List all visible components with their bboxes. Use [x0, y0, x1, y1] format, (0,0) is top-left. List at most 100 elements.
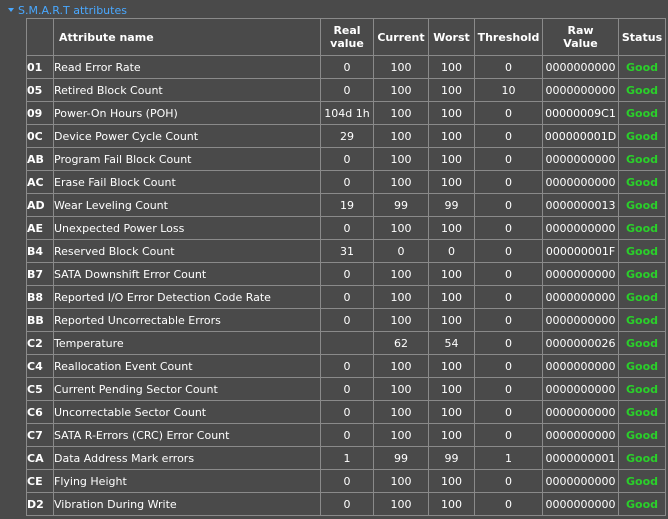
section-title: S.M.A.R.T attributes — [18, 3, 127, 17]
table-row: AC Erase Fail Block Count 0 100 100 0 00000000… — [26, 170, 666, 194]
header-real-value: Real value — [320, 18, 374, 56]
status-value: Good — [618, 400, 666, 424]
worst-value: 100 — [428, 377, 475, 401]
current-value: 100 — [373, 216, 429, 240]
header-id-column — [26, 18, 54, 56]
worst-value: 100 — [428, 78, 475, 102]
current-value: 100 — [373, 354, 429, 378]
table-row: CA Data Address Mark errors 1 99 99 1 00000000… — [26, 446, 666, 470]
attribute-name: Wear Leveling Count — [53, 193, 321, 217]
worst-value: 100 — [428, 285, 475, 309]
attribute-id: AE — [26, 216, 54, 240]
header-current: Current — [373, 18, 429, 56]
attribute-name: Current Pending Sector Count — [53, 377, 321, 401]
threshold-value: 0 — [474, 55, 543, 79]
threshold-value: 0 — [474, 354, 543, 378]
attribute-name: SATA Downshift Error Count — [53, 262, 321, 286]
attribute-id: AB — [26, 147, 54, 171]
raw-value: 0000000000 — [542, 170, 619, 194]
real-value: 0 — [320, 469, 374, 493]
current-value: 100 — [373, 377, 429, 401]
threshold-value: 0 — [474, 216, 543, 240]
status-value: Good — [618, 262, 666, 286]
threshold-value: 0 — [474, 193, 543, 217]
current-value: 100 — [373, 78, 429, 102]
current-value: 0 — [373, 239, 429, 263]
real-value: 0 — [320, 78, 374, 102]
raw-value: 0000000000 — [542, 262, 619, 286]
attribute-id: C6 — [26, 400, 54, 424]
real-value: 0 — [320, 55, 374, 79]
status-value: Good — [618, 446, 666, 470]
real-value: 1 — [320, 446, 374, 470]
table-row: AE Unexpected Power Loss 0 100 100 0 000000000… — [26, 216, 666, 240]
threshold-value: 0 — [474, 101, 543, 125]
current-value: 100 — [373, 308, 429, 332]
current-value: 100 — [373, 55, 429, 79]
attribute-id: B7 — [26, 262, 54, 286]
table-row: 09 Power-On Hours (POH) 104d 1h 100 100 0 0000… — [26, 101, 666, 125]
threshold-value: 0 — [474, 285, 543, 309]
worst-value: 99 — [428, 446, 475, 470]
table-row: C6 Uncorrectable Sector Count 0 100 100 0 0000… — [26, 400, 666, 424]
attribute-name: Temperature — [53, 331, 321, 355]
worst-value: 0 — [428, 239, 475, 263]
worst-value: 54 — [428, 331, 475, 355]
table-row: 01 Read Error Rate 0 100 100 0 0000000000 Good — [26, 55, 666, 79]
status-value: Good — [618, 124, 666, 148]
real-value: 0 — [320, 147, 374, 171]
smart-attributes-toggle[interactable]: S.M.A.R.T attributes — [8, 3, 127, 17]
attribute-id: AC — [26, 170, 54, 194]
attribute-name: Device Power Cycle Count — [53, 124, 321, 148]
worst-value: 100 — [428, 400, 475, 424]
raw-value: 0000000000 — [542, 216, 619, 240]
current-value: 100 — [373, 124, 429, 148]
threshold-value: 0 — [474, 469, 543, 493]
current-value: 100 — [373, 285, 429, 309]
status-value: Good — [618, 170, 666, 194]
attribute-name: Flying Height — [53, 469, 321, 493]
raw-value: 0000000000 — [542, 147, 619, 171]
raw-value: 000000001F — [542, 239, 619, 263]
status-value: Good — [618, 377, 666, 401]
attribute-id: 09 — [26, 101, 54, 125]
real-value: 0 — [320, 492, 374, 516]
table-row: BB Reported Uncorrectable Errors 0 100 100 0 0… — [26, 308, 666, 332]
attribute-id: C7 — [26, 423, 54, 447]
table-row: C5 Current Pending Sector Count 0 100 100 0 00… — [26, 377, 666, 401]
worst-value: 100 — [428, 354, 475, 378]
attribute-name: Reported I/O Error Detection Code Rate — [53, 285, 321, 309]
table-row: 0C Device Power Cycle Count 29 100 100 0 00000… — [26, 124, 666, 148]
threshold-value: 10 — [474, 78, 543, 102]
threshold-value: 0 — [474, 308, 543, 332]
current-value: 100 — [373, 492, 429, 516]
status-value: Good — [618, 308, 666, 332]
table-row: C7 SATA R-Errors (CRC) Error Count 0 100 100… — [26, 423, 666, 447]
attribute-name: Unexpected Power Loss — [53, 216, 321, 240]
attribute-id: D2 — [26, 492, 54, 516]
threshold-value: 0 — [474, 262, 543, 286]
current-value: 100 — [373, 170, 429, 194]
raw-value: 0000000000 — [542, 354, 619, 378]
worst-value: 100 — [428, 216, 475, 240]
attribute-name: SATA R-Errors (CRC) Error Count — [53, 423, 321, 447]
worst-value: 100 — [428, 147, 475, 171]
attribute-name: Vibration During Write — [53, 492, 321, 516]
real-value: 104d 1h — [320, 101, 374, 125]
table-row: AD Wear Leveling Count 19 99 99 0 0000000013 Go… — [26, 193, 666, 217]
attribute-name: Reserved Block Count — [53, 239, 321, 263]
attribute-id: B4 — [26, 239, 54, 263]
status-value: Good — [618, 492, 666, 516]
raw-value: 0000000000 — [542, 285, 619, 309]
threshold-value: 0 — [474, 400, 543, 424]
real-value: 0 — [320, 308, 374, 332]
attribute-id: 0C — [26, 124, 54, 148]
status-value: Good — [618, 354, 666, 378]
raw-value: 0000000000 — [542, 377, 619, 401]
current-value: 100 — [373, 101, 429, 125]
raw-value: 0000000000 — [542, 78, 619, 102]
threshold-value: 0 — [474, 492, 543, 516]
table-row: 05 Retired Block Count 0 100 100 10 0000000000… — [26, 78, 666, 102]
attribute-id: C2 — [26, 331, 54, 355]
attribute-name: Uncorrectable Sector Count — [53, 400, 321, 424]
